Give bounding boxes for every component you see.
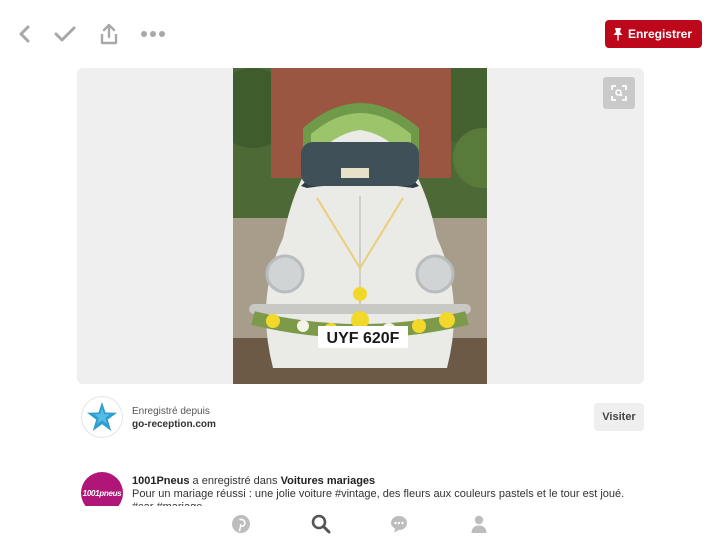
profile-icon	[471, 515, 487, 533]
star-logo-icon	[87, 402, 117, 431]
activity-user-link[interactable]: 1001Pneus	[132, 475, 189, 487]
pin-image-card: UYF 620F	[77, 68, 644, 384]
source-text: Enregistré depuis go-reception.com	[132, 405, 216, 431]
check-icon[interactable]	[51, 20, 79, 48]
tab-home[interactable]	[230, 513, 252, 535]
activity-item: 1001pneus 1001Pneus a enregistré dans Vo…	[80, 470, 680, 506]
pin-source: Enregistré depuis go-reception.com Visit…	[80, 396, 644, 440]
source-domain-link[interactable]: go-reception.com	[132, 418, 216, 431]
visit-button[interactable]: Visiter	[594, 403, 644, 431]
activity-board-link[interactable]: Voitures mariages	[281, 475, 376, 487]
bottom-tab-bar	[0, 506, 720, 540]
messages-icon	[391, 516, 407, 533]
activity-action: a enregistré dans	[189, 475, 281, 487]
pushpin-icon	[613, 28, 623, 41]
back-icon[interactable]	[10, 20, 38, 48]
save-button[interactable]: Enregistrer	[604, 20, 702, 48]
activity-text: 1001Pneus a enregistré dans Voitures mar…	[132, 475, 632, 506]
tab-search[interactable]	[310, 513, 332, 535]
tab-messages[interactable]	[388, 513, 410, 535]
share-icon[interactable]	[95, 20, 123, 48]
avatar[interactable]: 1001pneus	[81, 472, 123, 506]
pinterest-icon	[232, 515, 250, 533]
tab-profile[interactable]	[468, 513, 490, 535]
zoom-button[interactable]	[603, 77, 635, 109]
source-logo[interactable]	[82, 397, 122, 437]
saved-from-label: Enregistré depuis	[132, 406, 210, 417]
license-plate-text: UYF 620F	[327, 330, 400, 347]
pin-photo[interactable]: UYF 620F	[233, 68, 487, 384]
search-icon	[311, 514, 331, 534]
activity-description: Pour un mariage réussi : une jolie voitu…	[132, 488, 625, 506]
more-icon[interactable]	[138, 20, 168, 48]
zoom-icon	[611, 85, 627, 101]
save-button-label: Enregistrer	[627, 27, 692, 41]
top-bar: Enregistrer	[0, 0, 720, 68]
